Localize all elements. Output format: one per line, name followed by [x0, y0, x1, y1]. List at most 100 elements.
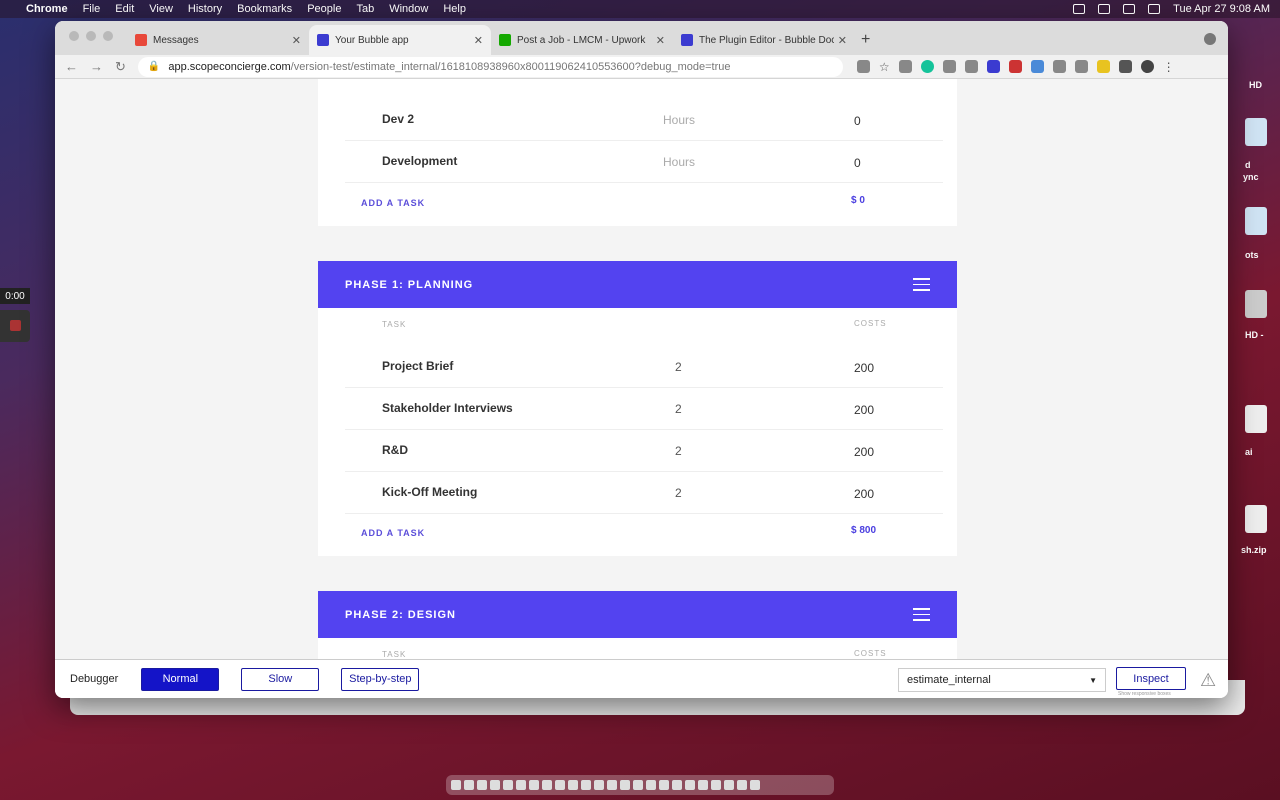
chrome-icon[interactable] [672, 780, 682, 790]
folder-icon[interactable] [1245, 118, 1267, 146]
desktop-icon-label[interactable]: HD - [1245, 330, 1264, 340]
battery-icon[interactable] [1123, 4, 1136, 14]
file-icon[interactable] [1245, 405, 1267, 433]
app-icon[interactable] [724, 780, 734, 790]
drive-icon[interactable] [1245, 290, 1267, 318]
tab-upwork[interactable]: Post a Job - LMCM - Upwork ✕ [491, 25, 673, 55]
extension-icon[interactable] [986, 60, 1000, 73]
forward-arrow-icon[interactable]: → [90, 59, 103, 74]
menu-view[interactable]: View [149, 3, 173, 15]
recorder-stop-button[interactable] [0, 310, 30, 342]
desktop-icon-label[interactable]: ots [1245, 250, 1259, 260]
desktop-icon-label[interactable]: sh.zip [1241, 545, 1267, 555]
menu-app-name[interactable]: Chrome [26, 3, 68, 15]
wifi-icon[interactable] [1073, 4, 1086, 14]
app-icon[interactable] [581, 780, 591, 790]
desktop-icon-label[interactable]: HD [1249, 80, 1262, 90]
app-icon[interactable] [646, 780, 656, 790]
desktop-icon-label[interactable]: ai [1245, 447, 1253, 457]
puzzle-extensions-icon[interactable] [1118, 60, 1132, 73]
desktop-icon-label[interactable]: ync [1243, 172, 1259, 182]
menu-help[interactable]: Help [443, 3, 466, 15]
close-window-icon[interactable] [69, 31, 79, 41]
app-icon[interactable] [737, 780, 747, 790]
add-task-link[interactable]: ADD A TASK [361, 198, 425, 208]
responsive-boxes-hint[interactable]: Show responsive boxes [1118, 691, 1171, 697]
volume-icon[interactable] [1098, 4, 1111, 14]
tab-bubble-app[interactable]: Your Bubble app ✕ [309, 25, 491, 55]
close-tab-icon[interactable]: ✕ [292, 34, 301, 47]
warning-icon[interactable]: ⚠ [1200, 670, 1216, 691]
finder-icon[interactable] [451, 780, 461, 790]
mode-step-button[interactable]: Step-by-step [341, 667, 420, 691]
app-icon[interactable] [568, 780, 578, 790]
task-row[interactable]: Development Hours 0 [345, 141, 943, 183]
extension-icon[interactable] [898, 60, 912, 73]
profile-avatar-icon[interactable] [1140, 60, 1154, 73]
lock-icon[interactable]: 🔒 [148, 61, 160, 72]
address-bar[interactable]: 🔒 app.scopeconcierge.com /version-test/e… [137, 56, 843, 77]
app-icon[interactable] [685, 780, 695, 790]
close-tab-icon[interactable]: ✕ [656, 34, 665, 47]
kebab-menu-icon[interactable]: ⋮ [1163, 60, 1175, 74]
trash-icon[interactable] [750, 780, 760, 790]
menu-people[interactable]: People [307, 3, 341, 15]
app-icon[interactable] [503, 780, 513, 790]
reload-icon[interactable]: ↻ [115, 59, 126, 75]
search-icon[interactable] [1148, 4, 1161, 14]
extension-icon[interactable] [1074, 60, 1088, 73]
desktop-icon-label[interactable]: d [1245, 160, 1251, 170]
app-icon[interactable] [529, 780, 539, 790]
inspect-button[interactable]: Inspect [1116, 667, 1186, 690]
extension-icon[interactable] [1052, 60, 1066, 73]
extension-icon[interactable] [964, 60, 978, 73]
extension-icon[interactable] [942, 60, 956, 73]
task-row[interactable]: Project Brief 2 200 [345, 346, 943, 388]
app-icon[interactable] [620, 780, 630, 790]
zoom-window-icon[interactable] [103, 31, 113, 41]
tab-plugin-editor[interactable]: The Plugin Editor - Bubble Doc ✕ [673, 25, 855, 55]
calendar-icon[interactable] [490, 780, 500, 790]
app-icon[interactable] [659, 780, 669, 790]
extension-icon[interactable] [1030, 60, 1044, 73]
app-icon[interactable] [698, 780, 708, 790]
extension-icon[interactable] [1096, 60, 1110, 73]
new-tab-icon[interactable]: + [861, 31, 870, 49]
app-icon[interactable] [464, 780, 474, 790]
menu-tab[interactable]: Tab [356, 3, 374, 15]
bookmark-star-icon[interactable]: ☆ [879, 60, 890, 74]
app-icon[interactable] [633, 780, 643, 790]
app-icon[interactable] [477, 780, 487, 790]
qr-code-icon[interactable] [856, 60, 870, 73]
hamburger-menu-icon[interactable] [913, 278, 930, 291]
task-row[interactable]: Dev 2 Hours 0 [345, 99, 943, 141]
menu-file[interactable]: File [83, 3, 101, 15]
page-viewport[interactable]: Dev 2 Hours 0 Development Hours 0 ADD A … [55, 79, 1228, 659]
grammarly-icon[interactable] [920, 60, 934, 73]
app-icon[interactable] [516, 780, 526, 790]
app-icon[interactable] [542, 780, 552, 790]
task-row[interactable]: Kick-Off Meeting 2 200 [345, 472, 943, 514]
mode-normal-button[interactable]: Normal [141, 667, 220, 691]
page-select[interactable]: estimate_internal ▼ [898, 668, 1106, 692]
close-tab-icon[interactable]: ✕ [474, 34, 483, 47]
task-row[interactable]: Stakeholder Interviews 2 200 [345, 388, 943, 430]
mode-slow-button[interactable]: Slow [241, 667, 320, 691]
folder-icon[interactable] [1245, 207, 1267, 235]
app-icon[interactable] [594, 780, 604, 790]
app-icon[interactable] [711, 780, 721, 790]
back-arrow-icon[interactable]: ← [65, 59, 78, 74]
close-tab-icon[interactable]: ✕ [838, 34, 847, 47]
zip-file-icon[interactable] [1245, 505, 1267, 533]
tab-messages[interactable]: Messages ✕ [127, 25, 309, 55]
app-icon[interactable] [555, 780, 565, 790]
menubar-clock[interactable]: Tue Apr 27 9:08 AM [1173, 3, 1270, 15]
menu-window[interactable]: Window [389, 3, 428, 15]
app-icon[interactable] [607, 780, 617, 790]
menu-history[interactable]: History [188, 3, 222, 15]
menu-bookmarks[interactable]: Bookmarks [237, 3, 292, 15]
hamburger-menu-icon[interactable] [913, 608, 930, 621]
task-row[interactable]: R&D 2 200 [345, 430, 943, 472]
add-task-link[interactable]: ADD A TASK [361, 528, 425, 538]
minimize-window-icon[interactable] [86, 31, 96, 41]
